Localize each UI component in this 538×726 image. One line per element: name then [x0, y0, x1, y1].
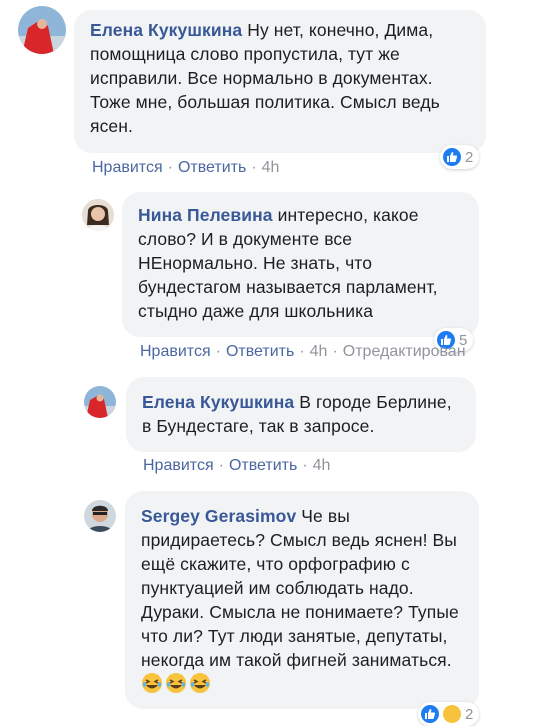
comment-bubble: Елена Кукушкина В городе Берлине, в Бунд…: [126, 377, 476, 452]
avatar-sergey[interactable]: [84, 500, 116, 532]
separator: ·: [332, 343, 338, 360]
like-link[interactable]: Нравится: [92, 159, 163, 176]
comment-bubble: Sergey Gerasimov Че вы придираетесь? Смы…: [125, 491, 479, 709]
comment-actions: Нравится · Ответить · 4h: [92, 159, 279, 177]
timestamp[interactable]: 4h: [262, 159, 280, 176]
comment-bubble: Нина Пелевина интересно, какое слово? И …: [122, 192, 479, 337]
separator: ·: [167, 159, 173, 176]
reply-link[interactable]: Ответить: [226, 343, 294, 360]
avatar-elena[interactable]: [84, 386, 116, 418]
reaction-count: 2: [465, 705, 474, 723]
like-reaction-icon: [421, 705, 439, 723]
comment-bubble: Елена Кукушкина Ну нет, конечно, Дима, п…: [74, 10, 486, 153]
comment-author[interactable]: Нина Пелевина: [138, 205, 273, 225]
haha-reaction-icon: [443, 705, 461, 723]
timestamp[interactable]: 4h: [313, 457, 331, 474]
like-reaction-icon: [443, 148, 461, 166]
laughing-emoji-icon: [190, 673, 210, 693]
comment-actions: Нравится · Ответить · 4h · Отредактирован: [140, 343, 466, 361]
laughing-emoji-icon: [142, 673, 162, 693]
separator: ·: [218, 457, 224, 474]
reactions-badge[interactable]: 2: [418, 702, 480, 726]
comment-actions: Нравится · Ответить · 4h: [143, 457, 330, 475]
separator: ·: [302, 457, 308, 474]
like-link[interactable]: Нравится: [140, 343, 211, 360]
comment-author[interactable]: Sergey Gerasimov: [141, 506, 296, 526]
comment-author[interactable]: Елена Кукушкина: [90, 20, 242, 40]
avatar-elena[interactable]: [18, 6, 66, 54]
edited-label[interactable]: Отредактирован: [343, 343, 466, 360]
separator: ·: [215, 343, 221, 360]
comment-text: Че вы придираетесь? Смысл ведь яснен! Вы…: [141, 506, 459, 670]
comment-author[interactable]: Елена Кукушкина: [142, 392, 294, 412]
emoji-group: [141, 673, 213, 694]
like-link[interactable]: Нравится: [143, 457, 214, 474]
reply-link[interactable]: Ответить: [178, 159, 246, 176]
separator: ·: [299, 343, 305, 360]
avatar-nina[interactable]: [82, 199, 114, 231]
timestamp[interactable]: 4h: [310, 343, 328, 360]
reply-link[interactable]: Ответить: [229, 457, 297, 474]
separator: ·: [251, 159, 257, 176]
reaction-count: 2: [465, 148, 474, 166]
laughing-emoji-icon: [166, 673, 186, 693]
reactions-badge[interactable]: 2: [440, 145, 480, 169]
